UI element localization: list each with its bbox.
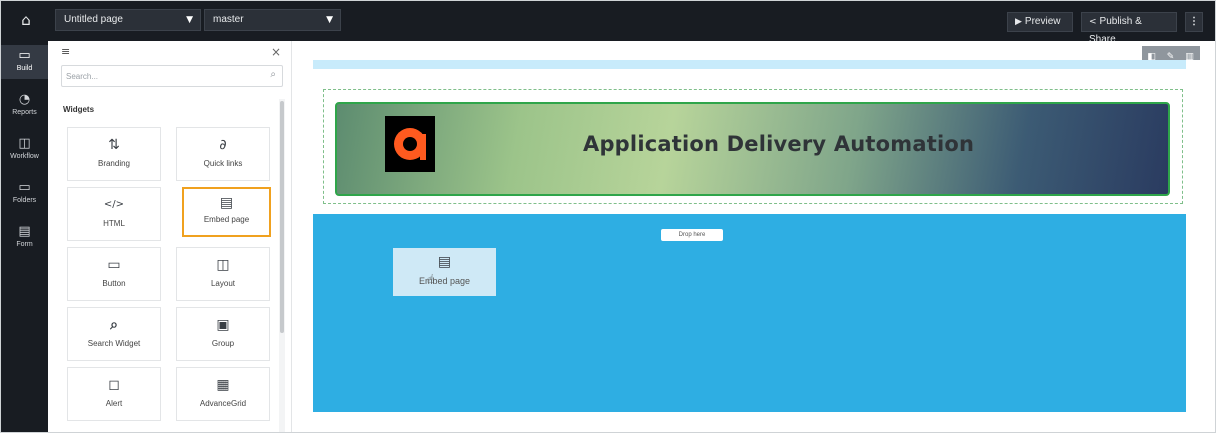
menu-icon[interactable]: ≡ (61, 45, 70, 58)
rail-item-label: Form (16, 241, 33, 248)
layout-icon: ◫ (216, 257, 230, 273)
app-logo (385, 116, 435, 172)
widget-tile-layout[interactable]: ◫ Layout (176, 247, 270, 301)
search-icon[interactable]: ⌕ (270, 69, 276, 80)
drop-zone[interactable] (313, 214, 1186, 412)
page-select-value: Untitled page (64, 14, 123, 25)
widget-label: Alert (105, 399, 123, 408)
widget-search: ⌕ (61, 65, 283, 87)
section-toolbar: ◧ ✎ ▥ (1142, 46, 1200, 62)
link-icon: ∂ (219, 137, 227, 153)
rail-item-form[interactable]: ▤ Form (1, 221, 48, 255)
document-icon: ▤ (219, 195, 234, 211)
branding-banner[interactable]: Application Delivery Automation (335, 102, 1170, 196)
widget-tile-button[interactable]: ▭ Button (67, 247, 161, 301)
rail-item-folders[interactable]: ▭ Folders (1, 177, 48, 211)
chevron-down-icon: ▼ (326, 15, 333, 25)
drop-here-label: Drop here (661, 229, 723, 241)
rail-item-build[interactable]: ▭ Build (1, 45, 48, 79)
widget-tile-branding[interactable]: ⇅ Branding (67, 127, 161, 181)
widget-tile-quick-links[interactable]: ∂ Quick links (176, 127, 270, 181)
widget-tile-html[interactable]: </> HTML (67, 187, 161, 241)
chevron-down-icon: ▼ (186, 15, 193, 25)
branch-select[interactable]: master ▼ (204, 9, 341, 31)
logo-mark (394, 128, 426, 160)
button-icon: ▭ (107, 257, 121, 273)
widget-label: Branding (97, 159, 131, 168)
dragging-widget-preview[interactable]: ▤ Embed page (393, 248, 496, 296)
scrollbar-thumb[interactable] (280, 101, 284, 333)
drag-label: Embed page (418, 276, 471, 286)
document-icon: ▤ (437, 254, 452, 270)
widget-tile-group[interactable]: ▣ Group (176, 307, 270, 361)
widget-panel: ≡ × ⌕ Widgets ⇅ Branding ∂ Quick links <… (55, 41, 292, 432)
rail-item-label: Build (16, 65, 33, 72)
widget-label: Group (211, 339, 235, 348)
group-icon: ▣ (216, 317, 230, 333)
left-nav-rail: ▭ Build ◔ Reports ◫ Workflow ▭ Folders ▤… (1, 41, 48, 432)
workflow-icon: ◫ (18, 136, 31, 151)
rail-item-label: Reports (12, 109, 37, 116)
search-input[interactable] (62, 66, 252, 87)
home-icon[interactable]: ⌂ (15, 9, 37, 31)
widget-tile-embed-page[interactable]: ▤ Embed page (182, 187, 271, 237)
widget-tile-advancegrid[interactable]: ▦ AdvanceGrid (176, 367, 270, 421)
folders-icon: ▭ (18, 180, 31, 195)
grid-icon: ▦ (216, 377, 230, 393)
page-builder: ⌂ Untitled page ▼ master ▼ ▶ Preview < Pub… (0, 0, 1216, 433)
widget-label: Quick links (203, 159, 243, 168)
widget-label: Button (102, 279, 126, 288)
alert-icon: ◻ (108, 377, 120, 393)
preview-button[interactable]: ▶ Preview (1007, 12, 1073, 32)
widget-label: Layout (210, 279, 236, 288)
code-icon: </> (103, 199, 125, 210)
widget-tile-search-widget[interactable]: ⌕ Search Widget (67, 307, 161, 361)
widget-label: HTML (103, 219, 125, 228)
branding-icon: ⇅ (108, 137, 120, 153)
banner-title: Application Delivery Automation (583, 132, 975, 156)
widget-label: Search Widget (87, 339, 141, 348)
widgets-section-title: Widgets (63, 105, 95, 114)
widget-tile-alert[interactable]: ◻ Alert (67, 367, 161, 421)
widget-label: Embed page (203, 215, 250, 224)
page-select[interactable]: Untitled page ▼ (55, 9, 201, 31)
reports-icon: ◔ (18, 92, 31, 107)
search-icon: ⌕ (110, 317, 118, 333)
publish-share-button[interactable]: < Publish & Share (1081, 12, 1177, 45)
close-icon[interactable]: × (271, 45, 281, 59)
rail-item-reports[interactable]: ◔ Reports (1, 89, 48, 123)
more-menu-button[interactable]: ⋮ (1185, 12, 1203, 32)
share-icon: < (1089, 17, 1097, 27)
rail-item-label: Workflow (10, 153, 39, 160)
play-icon: ▶ (1015, 17, 1022, 27)
widget-label: AdvanceGrid (199, 399, 247, 408)
build-icon: ▭ (18, 48, 31, 63)
branch-select-value: master (213, 14, 244, 25)
more-icon: ⋮ (1189, 16, 1199, 27)
preview-label: Preview (1024, 16, 1061, 27)
drag-cursor-icon: ☝ (427, 272, 435, 286)
top-bar: ⌂ Untitled page ▼ master ▼ ▶ Preview < Pub… (1, 1, 1215, 45)
rail-item-workflow[interactable]: ◫ Workflow (1, 133, 48, 167)
rail-item-label: Folders (12, 197, 37, 204)
section-header-strip[interactable] (313, 60, 1186, 69)
form-icon: ▤ (18, 224, 31, 239)
